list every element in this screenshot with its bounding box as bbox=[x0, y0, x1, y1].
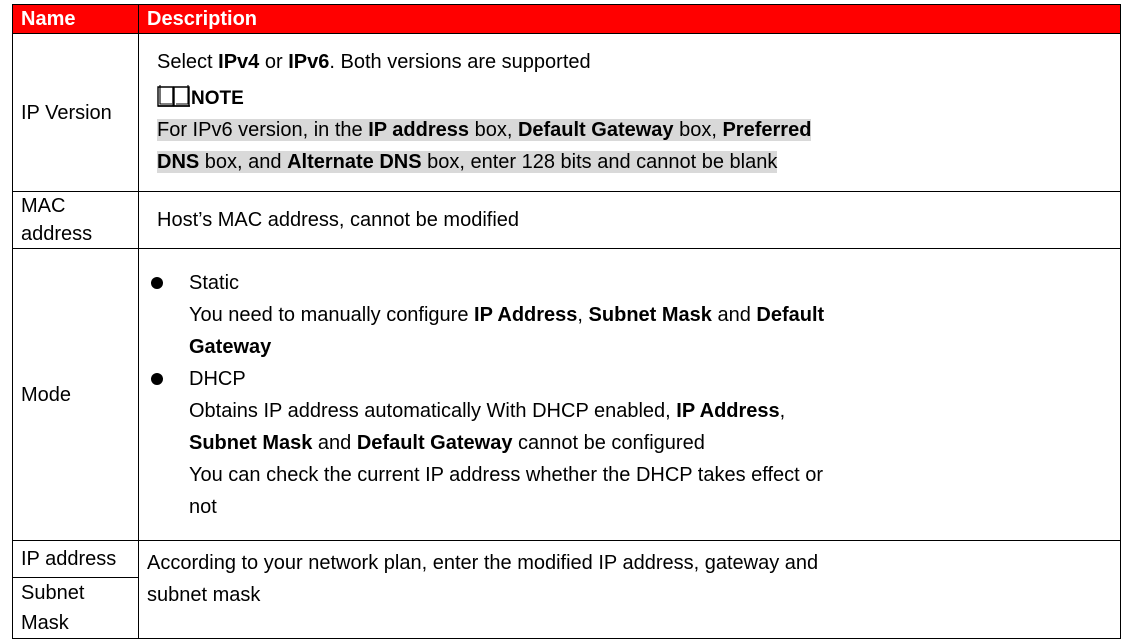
dhcp-line-1: Obtains IP address automatically With DH… bbox=[189, 399, 786, 422]
header-name: Name bbox=[12, 4, 139, 34]
row-name-subnet-mask: Subnet Mask bbox=[12, 577, 139, 639]
row-desc-mac: Host’s MAC address, cannot be modified bbox=[138, 191, 1121, 249]
row-name-ip-version: IP Version bbox=[12, 33, 139, 192]
static-line-1: You need to manually configure IP Addres… bbox=[189, 303, 825, 326]
table-header-row: Name Description bbox=[12, 4, 1121, 34]
row-desc-mode: Static You need to manually configure IP… bbox=[138, 248, 1121, 541]
parameter-table: Name Description IP Version Select IPv4 … bbox=[12, 4, 1121, 639]
bullet-static: Static bbox=[147, 267, 1112, 299]
table-row: Mode Static You need to manually configu… bbox=[12, 248, 1121, 541]
ip-version-line: Select IPv4 or IPv6. Both versions are s… bbox=[157, 51, 591, 73]
bullet-dhcp: DHCP bbox=[147, 363, 1112, 395]
table-row: IP address According to your network pla… bbox=[12, 540, 1121, 639]
row-desc-ip-address: According to your network plan, enter th… bbox=[138, 540, 1121, 639]
book-icon bbox=[157, 85, 190, 107]
row-desc-ip-version: Select IPv4 or IPv6. Both versions are s… bbox=[138, 33, 1121, 192]
note-text-line-1: For IPv6 version, in the IP address box,… bbox=[157, 119, 812, 141]
static-line-2: Gateway bbox=[189, 335, 272, 358]
dhcp-line-4: not bbox=[189, 495, 217, 518]
table-row: MAC address Host’s MAC address, cannot b… bbox=[12, 191, 1121, 249]
table-row: IP Version Select IPv4 or IPv6. Both ver… bbox=[12, 33, 1121, 192]
header-description: Description bbox=[138, 4, 1121, 34]
note-heading: NOTE bbox=[157, 78, 1112, 114]
bullet-icon bbox=[151, 276, 163, 289]
note-text-line-2: DNS box, and Alternate DNS box, enter 12… bbox=[157, 151, 778, 173]
bullet-icon bbox=[151, 372, 163, 385]
dhcp-line-3: You can check the current IP address whe… bbox=[189, 463, 824, 486]
row-name-ip-address: IP address bbox=[12, 540, 139, 578]
note-label: NOTE bbox=[191, 88, 244, 109]
dhcp-line-2: Subnet Mask and Default Gateway cannot b… bbox=[189, 431, 705, 454]
row-name-mode: Mode bbox=[12, 248, 139, 541]
row-name-mac: MAC address bbox=[12, 191, 139, 249]
